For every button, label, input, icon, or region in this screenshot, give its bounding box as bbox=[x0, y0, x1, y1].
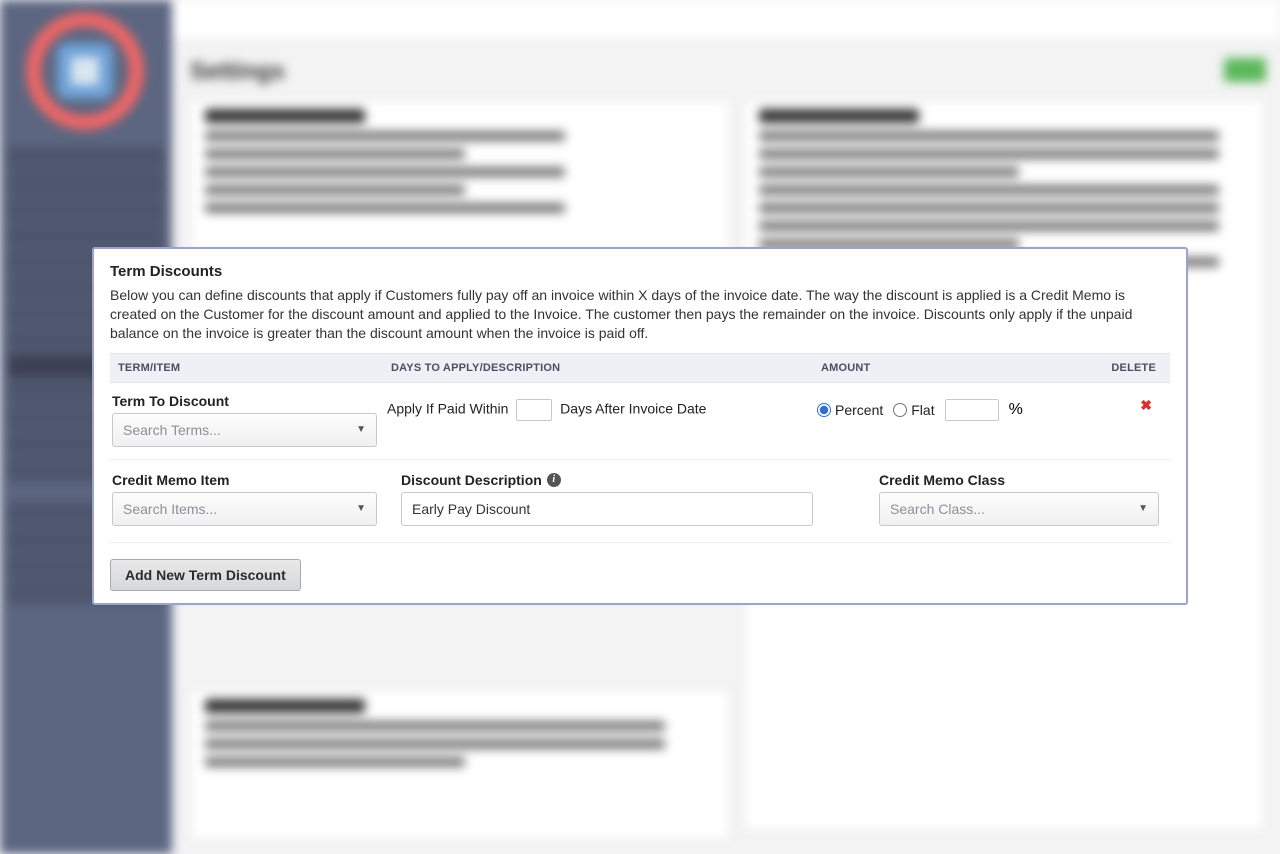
panel-description: Below you can define discounts that appl… bbox=[110, 286, 1170, 343]
percent-radio-wrap[interactable]: Percent bbox=[817, 402, 883, 418]
info-icon: i bbox=[547, 473, 561, 487]
term-select[interactable]: Search Terms... ▼ bbox=[112, 413, 377, 447]
percent-radio[interactable] bbox=[817, 403, 831, 417]
amount-unit: % bbox=[1009, 401, 1023, 419]
apply-prefix: Apply If Paid Within bbox=[387, 400, 508, 416]
page-title: Settings bbox=[190, 58, 285, 86]
credit-memo-item-placeholder: Search Items... bbox=[123, 501, 217, 517]
col-days-desc: DAYS TO APPLY/DESCRIPTION bbox=[391, 362, 821, 374]
table-header: TERM/ITEM DAYS TO APPLY/DESCRIPTION AMOU… bbox=[110, 353, 1170, 383]
apply-if-paid-text: Apply If Paid Within Days After Invoice … bbox=[387, 393, 817, 421]
flat-label: Flat bbox=[911, 402, 934, 418]
term-select-placeholder: Search Terms... bbox=[123, 422, 221, 438]
term-to-discount-label: Term To Discount bbox=[112, 393, 387, 409]
flat-radio[interactable] bbox=[893, 403, 907, 417]
credit-memo-item-select[interactable]: Search Items... ▼ bbox=[112, 492, 377, 526]
credit-memo-class-label: Credit Memo Class bbox=[879, 472, 1164, 488]
delete-row-button[interactable]: ✖ bbox=[1140, 397, 1152, 413]
days-input[interactable] bbox=[516, 399, 552, 421]
flat-radio-wrap[interactable]: Flat bbox=[893, 402, 934, 418]
apply-suffix: Days After Invoice Date bbox=[560, 400, 706, 416]
col-term-item: TERM/ITEM bbox=[116, 362, 391, 374]
panel-title: Term Discounts bbox=[110, 263, 1170, 280]
amount-input[interactable] bbox=[945, 399, 999, 421]
chevron-down-icon: ▼ bbox=[356, 503, 366, 514]
term-discount-row-secondary: Credit Memo Item Search Items... ▼ Disco… bbox=[110, 460, 1170, 543]
term-discount-row: Term To Discount Search Terms... ▼ Apply… bbox=[110, 383, 1170, 460]
discount-description-input[interactable] bbox=[401, 492, 813, 526]
add-new-term-discount-button[interactable]: Add New Term Discount bbox=[110, 559, 301, 591]
col-amount: AMOUNT bbox=[821, 362, 1111, 374]
discount-description-label: Discount Description bbox=[401, 472, 542, 488]
credit-memo-item-label: Credit Memo Item bbox=[112, 472, 387, 488]
credit-memo-class-select[interactable]: Search Class... ▼ bbox=[879, 492, 1159, 526]
chevron-down-icon: ▼ bbox=[1138, 503, 1148, 514]
term-discounts-panel: Term Discounts Below you can define disc… bbox=[92, 247, 1188, 605]
chevron-down-icon: ▼ bbox=[356, 424, 366, 435]
percent-label: Percent bbox=[835, 402, 883, 418]
col-delete: DELETE bbox=[1111, 362, 1164, 374]
credit-memo-class-placeholder: Search Class... bbox=[890, 501, 985, 517]
